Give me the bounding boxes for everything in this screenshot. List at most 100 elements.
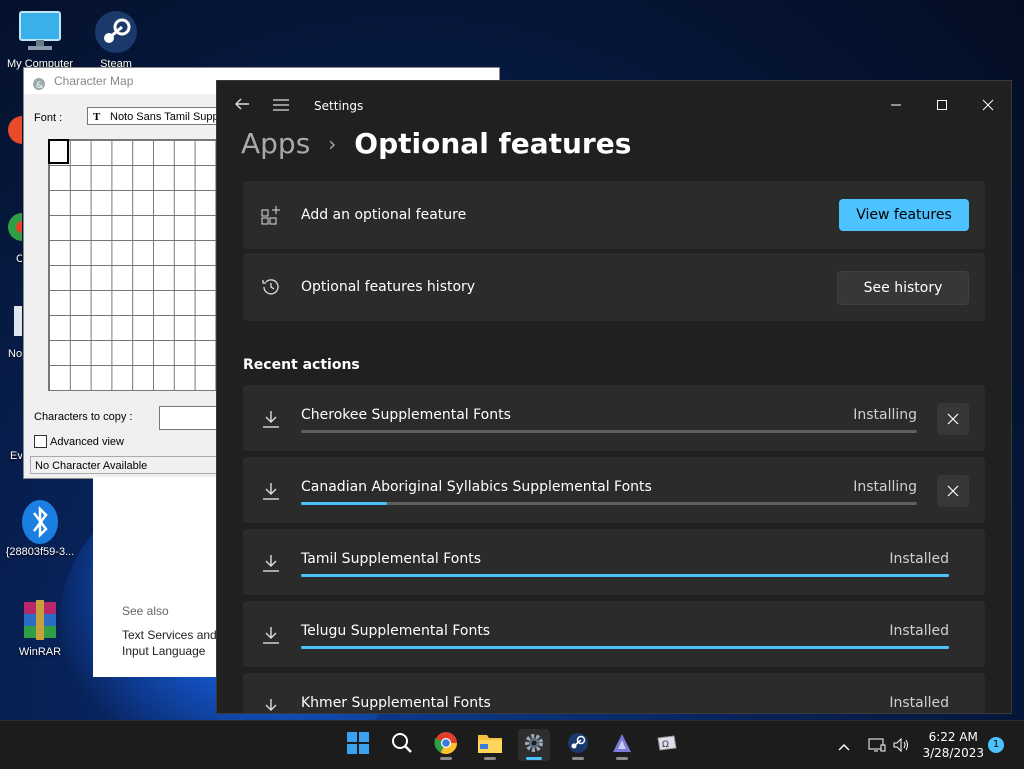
close-icon [947,413,959,425]
feature-name: Cherokee Supplemental Fonts [301,407,511,423]
minimize-icon[interactable] [873,89,919,121]
search-icon [391,732,413,758]
download-icon [261,625,281,645]
see-also-panel: See also Text Services and Input Languag… [93,477,223,677]
cancel-install-button[interactable] [937,475,969,507]
font-select-value: Noto Sans Tamil Supple [110,111,228,123]
feature-status: Installing [853,479,917,495]
feature-status: Installed [889,623,949,639]
show-hidden-icons-button[interactable] [834,733,854,757]
back-arrow-icon[interactable] [233,95,251,113]
chrome-icon [434,731,458,759]
recent-action-row: Canadian Aboriginal Syllabics Supplement… [243,457,985,523]
desktop-icon-label: C [16,253,22,265]
recent-action-row: Telugu Supplemental Fonts Installed [243,601,985,667]
feature-name: Canadian Aboriginal Syllabics Supplement… [301,479,652,495]
taskbar-search-button[interactable] [386,729,418,761]
charmap-app-icon: & [32,74,46,91]
taskbar-start-button[interactable] [342,729,374,761]
view-features-button[interactable]: View features [839,199,969,231]
feature-status: Installed [889,695,949,711]
close-icon[interactable] [965,89,1011,121]
network-icon[interactable] [866,733,888,757]
page-title: Optional features [354,127,632,160]
taskbar-file-explorer[interactable] [474,729,506,761]
maximize-icon[interactable] [919,89,965,121]
browser-icon [0,108,22,152]
taskbar-charmap[interactable]: Ω [650,729,682,761]
clock-time: 6:22 AM [928,730,978,744]
chevron-up-icon [838,736,850,755]
progress-bar [301,646,949,649]
desktop-icon-label: Ev [10,450,22,462]
svg-text:Ω: Ω [662,740,669,750]
progress-fill [301,646,949,649]
desktop-icon-label: No [8,348,22,360]
chevron-right-icon: › [328,131,337,156]
taskbar-steam[interactable] [562,729,594,761]
advanced-view-toggle[interactable]: Advanced view [34,435,124,448]
feature-status: Installing [853,407,917,423]
history-icon [261,277,281,297]
recent-action-row: Khmer Supplemental Fonts Installed [243,673,985,713]
desktop-icon-label: {28803f59-3... [5,546,75,558]
folder-icon [477,732,503,758]
see-history-button[interactable]: See history [837,271,969,305]
desktop-icon-partial-2[interactable]: C [0,205,22,265]
taskbar: Ω 6:22 AM 3/28/2023 1 [0,720,1024,769]
breadcrumb-apps[interactable]: Apps [241,127,310,160]
add-feature-label: Add an optional feature [301,207,467,223]
feature-name: Khmer Supplemental Fonts [301,695,491,711]
recent-actions-heading: Recent actions [243,357,360,373]
triangle-app-icon [611,732,633,758]
progress-bar [301,502,917,505]
advanced-view-checkbox[interactable] [34,435,47,448]
settings-window[interactable]: Settings Apps › Optional features Add an… [216,80,1012,714]
running-indicator [526,757,542,760]
recent-action-row: Cherokee Supplemental Fonts Installing [243,385,985,451]
running-indicator [440,757,452,760]
see-also-heading: See also [122,604,169,618]
optional-features-history-card: Optional features history See history [243,253,985,321]
charmap-title: Character Map [54,74,134,88]
desktop-icon-bluetooth[interactable]: {28803f59-3... [0,498,80,558]
steam-icon [94,10,138,54]
history-label: Optional features history [301,279,476,295]
cancel-install-button[interactable] [937,403,969,435]
desktop-icon-winrar[interactable]: WinRAR [0,598,80,658]
desktop-icon-partial-3[interactable]: No [0,300,22,360]
running-indicator [484,757,496,760]
svg-text:&: & [36,81,43,91]
download-icon [261,409,281,429]
hamburger-menu-icon[interactable] [273,97,289,111]
add-optional-feature-card: Add an optional feature View features [243,181,985,249]
desktop-icon-label: WinRAR [18,646,62,658]
notification-badge[interactable]: 1 [988,737,1004,753]
desktop-icon-partial-4[interactable]: Ev [0,430,22,462]
desktop-icon-my-computer[interactable]: My Computer [0,10,80,70]
gear-icon [523,732,545,758]
taskbar-settings[interactable] [518,729,550,761]
desktop-icon-partial-1[interactable] [0,108,22,156]
settings-titlebar[interactable]: Settings [217,81,1011,129]
winrar-icon [18,598,62,642]
font-label: Font : [34,112,63,124]
volume-icon[interactable] [890,733,912,757]
running-indicator [572,757,584,760]
progress-bar [301,574,949,577]
feature-status: Installed [889,551,949,567]
bluetooth-icon [18,498,62,544]
settings-title: Settings [314,99,364,113]
steam-icon [567,732,589,758]
feature-name: Telugu Supplemental Fonts [301,623,491,639]
advanced-view-label: Advanced view [50,435,124,448]
selected-cell[interactable] [48,139,69,164]
system-clock[interactable]: 6:22 AM 3/28/2023 [922,729,984,761]
close-icon [947,485,959,497]
taskbar-character-map-app[interactable] [606,729,638,761]
progress-fill [301,574,949,577]
download-icon [261,697,281,713]
desktop-icon-steam[interactable]: Steam [76,10,156,70]
truetype-icon: T [93,111,101,123]
taskbar-chrome[interactable] [430,729,462,761]
